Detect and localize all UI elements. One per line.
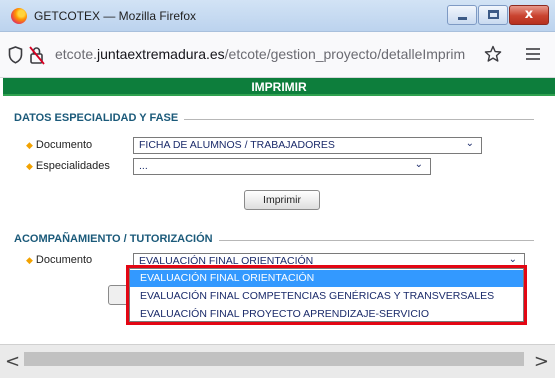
window-title: GETCOTEX — Mozilla Firefox (34, 9, 197, 23)
horizontal-scrollbar[interactable]: < > (0, 344, 555, 378)
page-content: IMPRIMIR DATOS ESPECIALIDAD Y FASE ◆ Docu… (0, 78, 555, 344)
window-titlebar: GETCOTEX — Mozilla Firefox x (0, 0, 555, 32)
scroll-right-icon[interactable]: > (534, 351, 549, 372)
scroll-left-icon[interactable]: < (5, 351, 20, 372)
page-header: IMPRIMIR (3, 78, 555, 96)
documento-select-value: FICHA DE ALUMNOS / TRABAJADORES (139, 139, 335, 151)
url-prefix: etcote. (55, 46, 98, 62)
firefox-logo-icon (11, 8, 27, 24)
page-title: IMPRIMIR (251, 80, 307, 94)
highlight-box (126, 265, 527, 325)
imprimir-button[interactable]: Imprimir (244, 190, 320, 210)
bullet-icon: ◆ (26, 255, 33, 265)
documento-label: ◆ Documento (26, 139, 92, 151)
especialidades-select-value: ... (139, 160, 148, 172)
url-path: /etcote/gestion_proyecto/detalleImprim (224, 46, 466, 62)
minimize-button[interactable] (447, 5, 477, 25)
chevron-down-icon: ⌄ (465, 138, 474, 149)
especialidades-select[interactable]: ... ⌄ (133, 158, 431, 175)
bullet-icon: ◆ (26, 161, 33, 171)
url-text[interactable]: etcote.juntaextremadura.es/etcote/gestio… (55, 46, 465, 62)
lock-icon[interactable] (29, 45, 45, 65)
shield-icon[interactable] (8, 46, 23, 64)
documento-tutorizacion-label: ◆ Documento (26, 254, 92, 266)
documento-select[interactable]: FICHA DE ALUMNOS / TRABAJADORES ⌄ (133, 137, 482, 154)
section-especialidad-legend: DATOS ESPECIALIDAD Y FASE (14, 112, 185, 124)
maximize-icon (488, 10, 499, 19)
section-tutorizacion-legend: ACOMPAÑAMIENTO / TUTORIZACIÓN (14, 233, 219, 245)
bullet-icon: ◆ (26, 140, 33, 150)
close-icon: x (524, 7, 534, 22)
close-button[interactable]: x (509, 5, 549, 25)
url-domain: juntaextremadura.es (97, 46, 225, 62)
hamburger-menu-icon[interactable] (525, 45, 541, 63)
documento-tutorizacion-label-text: Documento (35, 254, 93, 266)
chevron-down-icon: ⌄ (414, 159, 423, 170)
chevron-down-icon: ⌄ (508, 254, 517, 265)
especialidades-label: ◆ Especialidades (26, 160, 110, 172)
address-bar[interactable]: etcote.juntaextremadura.es/etcote/gestio… (0, 32, 555, 78)
scrollbar-thumb[interactable] (24, 352, 524, 366)
star-icon[interactable] (484, 45, 502, 63)
documento-label-text: Documento (35, 139, 93, 151)
maximize-button[interactable] (478, 5, 508, 25)
minimize-icon (458, 17, 467, 20)
especialidades-label-text: Especialidades (35, 160, 110, 172)
